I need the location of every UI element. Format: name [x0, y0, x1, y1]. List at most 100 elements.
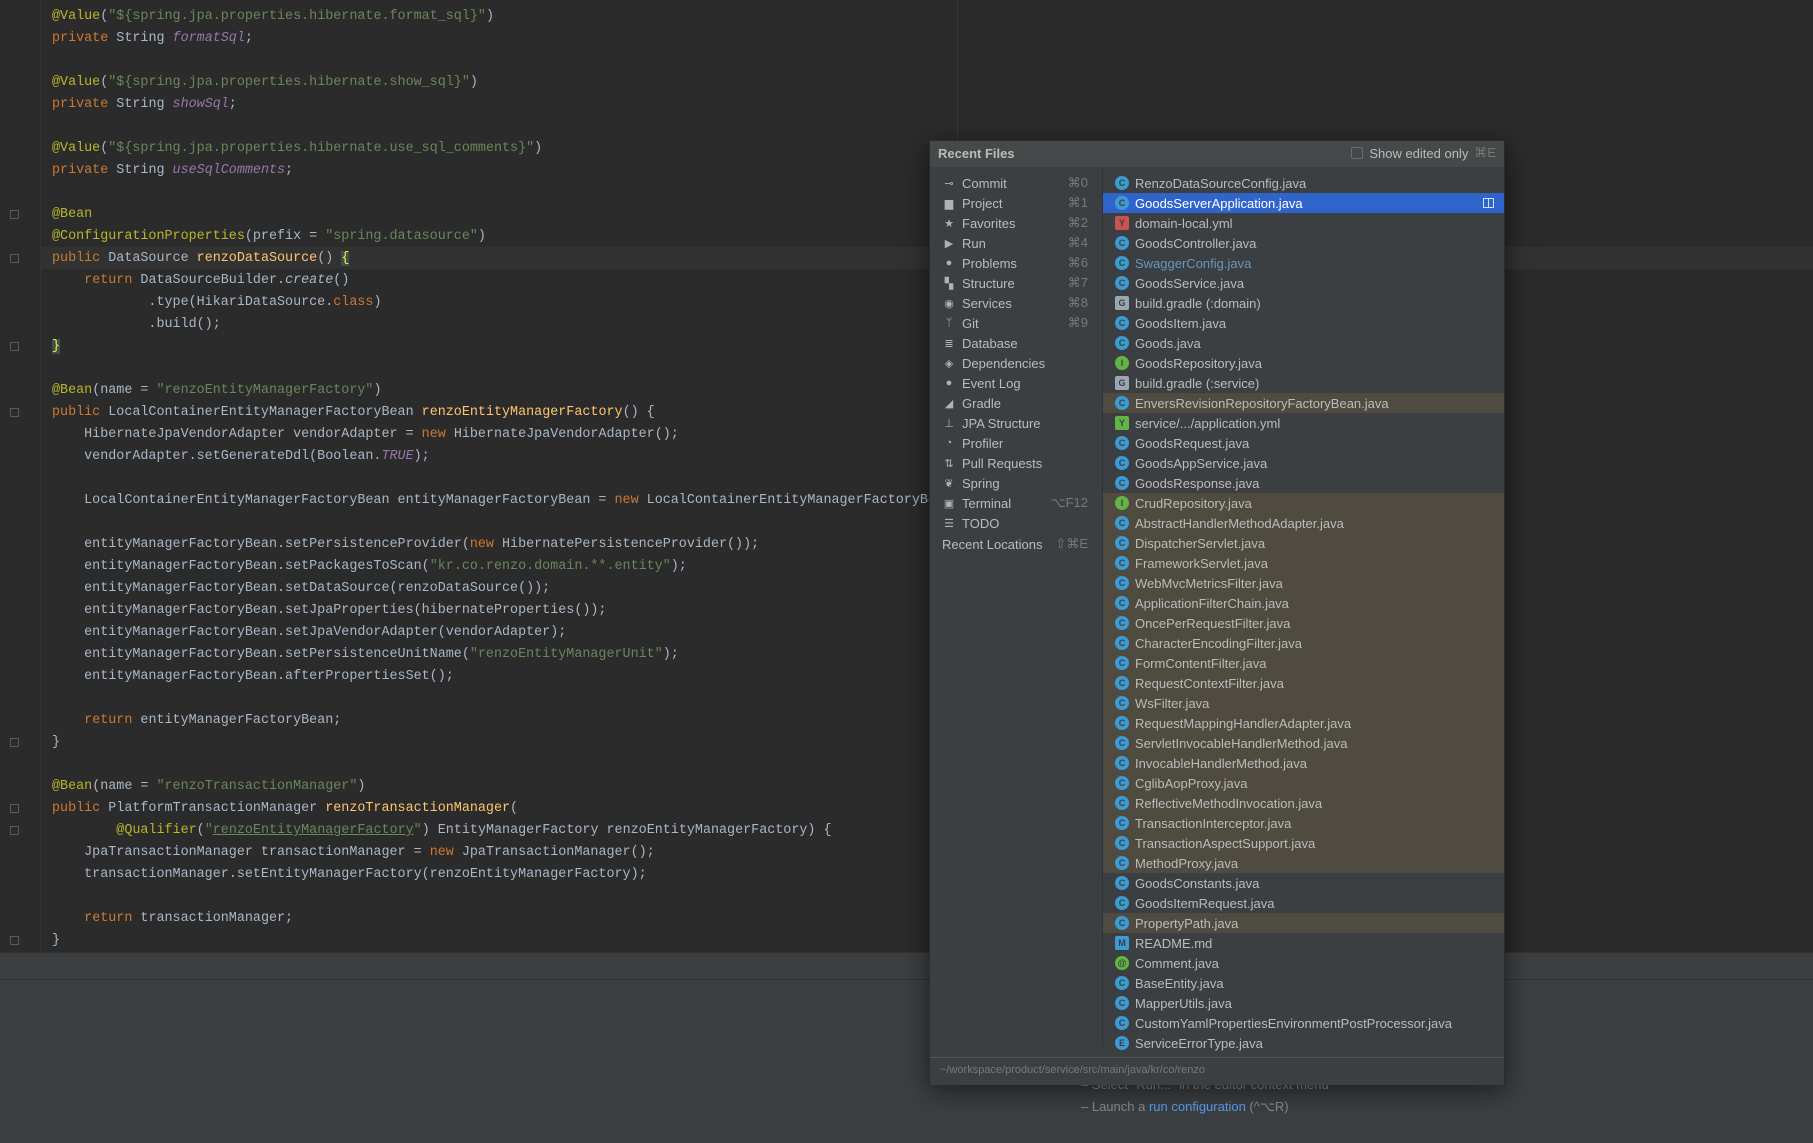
code-line[interactable]: @Bean [52, 204, 976, 226]
code-line[interactable]: return DataSourceBuilder.create() [52, 270, 976, 292]
tool-window-item-commit[interactable]: ⊸ Commit ⌘0 [930, 173, 1102, 193]
recent-file-item[interactable]: C BaseEntity.java [1103, 973, 1504, 993]
code-line[interactable]: public PlatformTransactionManager renzoT… [52, 798, 976, 820]
recent-file-item[interactable]: C GoodsController.java [1103, 233, 1504, 253]
code-editor[interactable]: @Value ("${spring.jpa.properties.hibernat… [0, 0, 1813, 952]
code-line[interactable]: .type(HikariDataSource.class) [52, 292, 976, 314]
recent-file-item[interactable]: C SwaggerConfig.java [1103, 253, 1504, 273]
recent-file-item[interactable]: C FormContentFilter.java [1103, 653, 1504, 673]
recent-file-item[interactable]: C GoodsConstants.java [1103, 873, 1504, 893]
code-line[interactable] [52, 754, 976, 776]
code-line[interactable]: public DataSource renzoDataSource() { [52, 248, 976, 270]
code-line[interactable]: @Qualifier("renzoEntityManagerFactory") … [52, 820, 976, 842]
tool-window-item-git[interactable]: ᛘ Git ⌘9 [930, 313, 1102, 333]
code-line[interactable]: entityManagerFactoryBean.setJpaPropertie… [52, 600, 976, 622]
recent-file-item[interactable]: C MethodProxy.java [1103, 853, 1504, 873]
recent-file-item[interactable]: C InvocableHandlerMethod.java [1103, 753, 1504, 773]
fold-marker-icon[interactable] [10, 936, 19, 945]
tool-window-item-project[interactable]: ▆ Project ⌘1 [930, 193, 1102, 213]
recent-file-item[interactable]: C RequestMappingHandlerAdapter.java [1103, 713, 1504, 733]
recent-file-item[interactable]: @ Comment.java [1103, 953, 1504, 973]
code-line[interactable]: JpaTransactionManager transactionManager… [52, 842, 976, 864]
recent-file-item[interactable]: C OncePerRequestFilter.java [1103, 613, 1504, 633]
recent-file-item[interactable]: C GoodsService.java [1103, 273, 1504, 293]
recent-file-item[interactable]: C GoodsAppService.java [1103, 453, 1504, 473]
tool-window-item-pull-requests[interactable]: ⇅ Pull Requests [930, 453, 1102, 473]
recent-file-item[interactable]: C TransactionInterceptor.java [1103, 813, 1504, 833]
recent-file-item[interactable]: C RenzoDataSourceConfig.java [1103, 173, 1504, 193]
code-line[interactable]: } [52, 732, 976, 754]
recent-file-item[interactable]: C ReflectiveMethodInvocation.java [1103, 793, 1504, 813]
tool-window-item-services[interactable]: ◉ Services ⌘8 [930, 293, 1102, 313]
code-line[interactable] [52, 50, 976, 72]
recent-locations-item[interactable]: Recent Locations ⇧⌘E [930, 534, 1102, 554]
code-line[interactable] [52, 116, 976, 138]
recent-file-item[interactable]: C FrameworkServlet.java [1103, 553, 1504, 573]
show-edited-only-toggle[interactable]: Show edited only ⌘E [1351, 145, 1496, 161]
code-line[interactable]: entityManagerFactoryBean.setJpaVendorAda… [52, 622, 976, 644]
code-line[interactable]: } [52, 930, 976, 952]
tool-window-item-structure[interactable]: ▚ Structure ⌘7 [930, 273, 1102, 293]
recent-file-item[interactable]: C AbstractHandlerMethodAdapter.java [1103, 513, 1504, 533]
code-line[interactable]: HibernateJpaVendorAdapter vendorAdapter … [52, 424, 976, 446]
recent-file-item[interactable]: C GoodsServerApplication.java [1103, 193, 1504, 213]
recent-file-item[interactable]: C MapperUtils.java [1103, 993, 1504, 1013]
code-line[interactable] [52, 688, 976, 710]
fold-marker-icon[interactable] [10, 342, 19, 351]
fold-marker-icon[interactable] [10, 738, 19, 747]
code-line[interactable]: @ConfigurationProperties(prefix = "sprin… [52, 226, 976, 248]
tool-window-item-event-log[interactable]: ● Event Log [930, 373, 1102, 393]
tool-window-item-gradle[interactable]: ◢ Gradle [930, 393, 1102, 413]
source-code[interactable]: @Value ("${spring.jpa.properties.hibernat… [52, 6, 976, 952]
recent-file-item[interactable]: C Goods.java [1103, 333, 1504, 353]
recent-file-item[interactable]: M README.md [1103, 933, 1504, 953]
tool-window-item-database[interactable]: ≣ Database [930, 333, 1102, 353]
recent-file-item[interactable]: C GoodsRequest.java [1103, 433, 1504, 453]
fold-marker-icon[interactable] [10, 408, 19, 417]
code-line[interactable] [52, 468, 976, 490]
recent-file-item[interactable]: C ApplicationFilterChain.java [1103, 593, 1504, 613]
recent-file-item[interactable]: C DispatcherServlet.java [1103, 533, 1504, 553]
code-line[interactable]: private String formatSql; [52, 28, 976, 50]
recent-file-item[interactable]: C PropertyPath.java [1103, 913, 1504, 933]
recent-file-item[interactable]: C EnversRevisionRepositoryFactoryBean.jav… [1103, 393, 1504, 413]
code-line[interactable]: @Value("${spring.jpa.properties.hibernat… [52, 6, 976, 28]
code-line[interactable]: entityManagerFactoryBean.afterProperties… [52, 666, 976, 688]
recent-file-item[interactable]: Yservice/.../application.yml [1103, 413, 1504, 433]
code-line[interactable]: private String useSqlComments; [52, 160, 976, 182]
fold-marker-icon[interactable] [10, 826, 19, 835]
recent-file-item[interactable]: Gbuild.gradle (:service) [1103, 373, 1504, 393]
recent-file-item[interactable]: E ServiceErrorType.java [1103, 1033, 1504, 1053]
recent-file-item[interactable]: C WsFilter.java [1103, 693, 1504, 713]
code-line[interactable]: @Bean(name = "renzoEntityManagerFactory"… [52, 380, 976, 402]
recent-file-item[interactable]: C ServletInvocableHandlerMethod.java [1103, 733, 1504, 753]
code-line[interactable]: entityManagerFactoryBean.setDataSource(r… [52, 578, 976, 600]
recent-file-item[interactable]: C RequestContextFilter.java [1103, 673, 1504, 693]
recent-file-item[interactable]: C WebMvcMetricsFilter.java [1103, 573, 1504, 593]
fold-marker-icon[interactable] [10, 254, 19, 263]
recent-file-item[interactable]: C GoodsItemRequest.java [1103, 893, 1504, 913]
code-line[interactable]: entityManagerFactoryBean.setPersistenceU… [52, 644, 976, 666]
tool-window-item-problems[interactable]: ● Problems ⌘6 [930, 253, 1102, 273]
code-line[interactable] [52, 182, 976, 204]
code-line[interactable]: entityManagerFactoryBean.setPersistenceP… [52, 534, 976, 556]
code-line[interactable] [52, 886, 976, 908]
code-line[interactable]: @Value("${spring.jpa.properties.hibernat… [52, 138, 976, 160]
code-line[interactable]: @Value("${spring.jpa.properties.hibernat… [52, 72, 976, 94]
tool-window-item-spring[interactable]: ❦ Spring [930, 473, 1102, 493]
recent-file-item[interactable]: I CrudRepository.java [1103, 493, 1504, 513]
code-line[interactable]: entityManagerFactoryBean.setPackagesToSc… [52, 556, 976, 578]
code-line[interactable] [52, 358, 976, 380]
recent-files-popup[interactable]: Recent Files Show edited only ⌘E ⊸ Commit… [929, 140, 1505, 1085]
code-line[interactable]: LocalContainerEntityManagerFactoryBean e… [52, 490, 976, 512]
tool-window-item-jpa-structure[interactable]: ⊥ JPA Structure [930, 413, 1102, 433]
recent-file-item[interactable]: C CustomYamlPropertiesEnvironmentPostProc… [1103, 1013, 1504, 1033]
recent-file-item[interactable]: I GoodsRepository.java [1103, 353, 1504, 373]
code-line[interactable]: return entityManagerFactoryBean; [52, 710, 976, 732]
code-line[interactable]: public LocalContainerEntityManagerFactor… [52, 402, 976, 424]
tool-window-item-profiler[interactable]: ◔ Profiler [930, 433, 1102, 453]
tool-window-item-dependencies[interactable]: ◈ Dependencies [930, 353, 1102, 373]
code-line[interactable]: vendorAdapter.setGenerateDdl(Boolean.TRU… [52, 446, 976, 468]
run-configuration-link[interactable]: run configuration [1149, 1099, 1246, 1114]
recent-file-item[interactable]: C GoodsResponse.java [1103, 473, 1504, 493]
